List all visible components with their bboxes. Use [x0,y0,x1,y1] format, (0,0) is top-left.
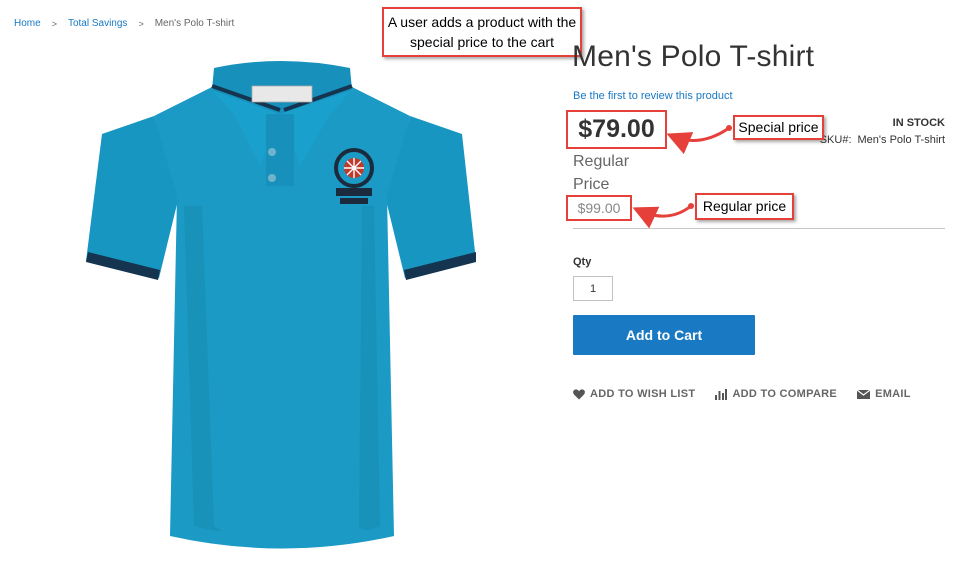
add-to-wish-list-label: ADD TO WISH LIST [590,388,696,400]
heart-icon [573,388,585,399]
stock-status: IN STOCK [892,117,945,129]
breadcrumb-separator: > [51,18,57,29]
regular-price-label: Regular Price [573,153,630,193]
polo-shirt-image[interactable] [84,56,480,556]
special-price-arrow [666,125,732,155]
compare-icon [715,388,728,400]
annotation-regular-price: Regular price [695,193,794,220]
breadcrumb-home-link[interactable]: Home [14,18,41,29]
add-to-compare-label: ADD TO COMPARE [732,388,838,400]
qty-label: Qty [573,256,592,268]
divider [573,228,945,229]
email-link[interactable]: EMAIL [857,388,911,400]
product-actions: ADD TO WISH LIST ADD TO COMPARE EMAIL [573,388,931,400]
review-link[interactable]: Be the first to review this product [573,90,733,102]
breadcrumb-separator: > [138,18,144,29]
email-label: EMAIL [875,388,911,400]
add-to-compare-link[interactable]: ADD TO COMPARE [715,388,837,400]
sku-label: SKU#: [819,134,852,146]
annotation-scenario-note: A user adds a product with the special p… [382,7,582,57]
page-title: Men's Polo T-shirt [572,40,815,73]
qty-input[interactable] [573,276,613,301]
sku-value: Men's Polo T-shirt [857,134,945,146]
breadcrumb-current: Men's Polo T-shirt [154,18,235,29]
annotation-special-price: Special price [733,115,824,140]
breadcrumb: Home > Total Savings > Men's Polo T-shir… [14,18,234,29]
special-price: $79.00 [566,110,667,149]
envelope-icon [857,389,871,399]
sku-line: SKU#: Men's Polo T-shirt [820,134,945,146]
regular-price-arrow [632,203,694,229]
add-to-wish-list-link[interactable]: ADD TO WISH LIST [573,388,695,400]
regular-price: $99.00 [566,195,632,221]
add-to-cart-button[interactable]: Add to Cart [573,315,755,355]
breadcrumb-total-savings-link[interactable]: Total Savings [68,18,127,29]
